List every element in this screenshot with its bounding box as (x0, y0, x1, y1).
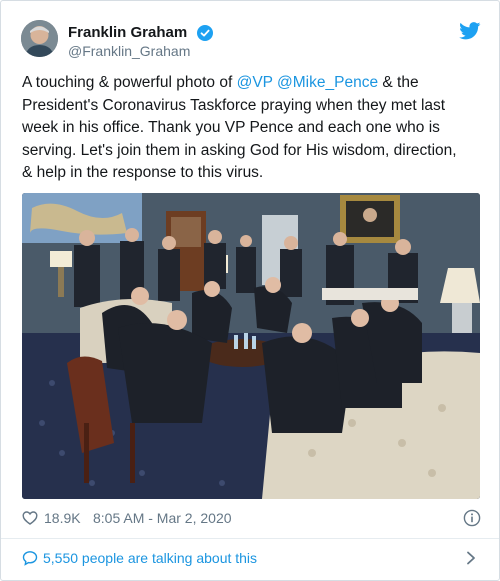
info-icon[interactable] (463, 509, 481, 527)
tweet-line: & help in the response to this virus. (22, 164, 264, 181)
tweet-line: week in his office. Thank you VP Pence a… (22, 119, 440, 136)
tweet-line: A touching & powerful photo of @VP @Mike… (22, 74, 419, 91)
divider (1, 538, 499, 539)
author-name[interactable]: Franklin Graham (68, 24, 187, 42)
avatar[interactable] (21, 20, 58, 57)
tweet-text: A touching & powerful photo of @VP @Mike… (22, 72, 482, 185)
twitter-bird-icon[interactable] (459, 22, 481, 40)
tweet-line: President's Coronavirus Taskforce prayin… (22, 96, 446, 114)
tweet-photo[interactable] (22, 193, 480, 499)
tweet-line: serving. Let's join them in asking God f… (22, 141, 457, 159)
chevron-right-icon[interactable] (465, 551, 477, 565)
verified-badge-icon (197, 25, 213, 41)
conversation-count[interactable]: 5,550 people are talking about this (43, 550, 257, 566)
mention-link[interactable]: @Mike_Pence (277, 74, 378, 91)
tweet-meta: 18.9K 8:05 AM - Mar 2, 2020 (22, 508, 482, 530)
like-count[interactable]: 18.9K (44, 510, 81, 526)
conversation-link[interactable]: 5,550 people are talking about this (22, 548, 482, 568)
speech-bubble-icon (22, 551, 38, 566)
heart-icon[interactable] (22, 510, 38, 526)
mention-link[interactable]: @VP (237, 74, 273, 91)
author-handle[interactable]: @Franklin_Graham (68, 43, 190, 59)
tweet-card: Franklin Graham @Franklin_Graham A touch… (0, 0, 500, 581)
tweet-timestamp[interactable]: 8:05 AM - Mar 2, 2020 (93, 510, 232, 526)
